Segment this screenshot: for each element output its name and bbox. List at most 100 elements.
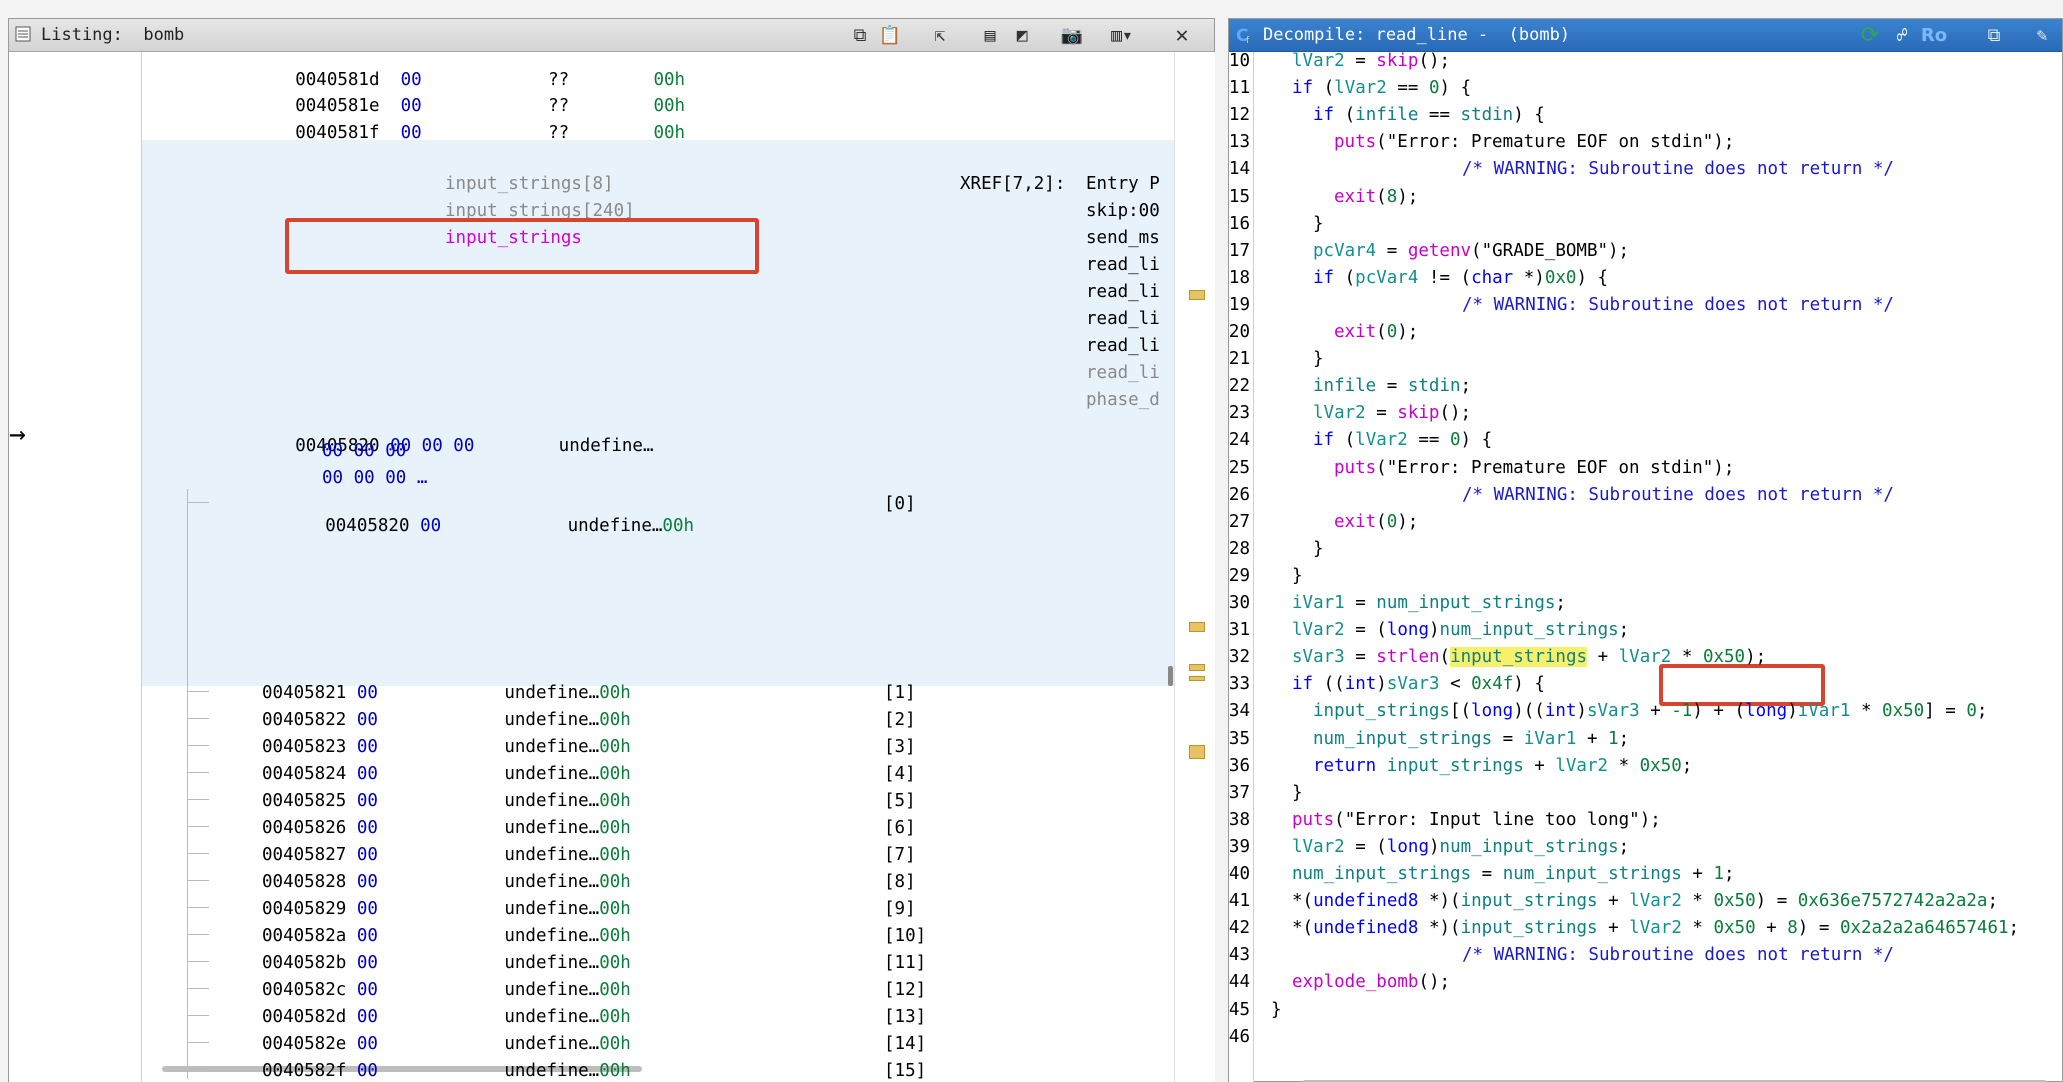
code-token[interactable]: *( xyxy=(1292,891,1313,911)
code-line[interactable]: input_strings[(long)((int)sVar3 + -1) + … xyxy=(1313,700,1987,722)
code-token[interactable]: ; xyxy=(2009,918,2020,938)
code-token[interactable]: ); xyxy=(1397,512,1418,532)
listing-content[interactable]: 0040581d 00 ?? 00h 0040581e 00 ?? 00h 00… xyxy=(142,52,1174,1082)
close-icon[interactable]: ✕ xyxy=(1169,23,1195,48)
code-line[interactable]: *(undefined8 *)(input_strings + lVar2 * … xyxy=(1292,890,1998,912)
array-element-row[interactable]: 0040582b 00 undefine…00h xyxy=(262,952,631,974)
code-token[interactable]: ) { xyxy=(1440,78,1472,98)
xref-item[interactable]: read_li xyxy=(1086,254,1160,276)
code-token[interactable]: 0x50 xyxy=(1713,918,1755,938)
code-token[interactable]: strlen xyxy=(1376,647,1439,667)
code-token[interactable]: infile xyxy=(1313,376,1376,396)
code-line[interactable]: if (infile == stdin) { xyxy=(1313,104,1545,126)
code-line[interactable]: /* WARNING: Subroutine does not return *… xyxy=(1462,158,1894,180)
code-token[interactable]: -1 xyxy=(1671,701,1692,721)
code-token[interactable]: *)( xyxy=(1418,918,1461,938)
code-line[interactable]: /* WARNING: Subroutine does not return *… xyxy=(1462,294,1894,316)
code-token[interactable]: 0 xyxy=(1429,78,1440,98)
code-token[interactable]: puts xyxy=(1334,458,1376,478)
code-token[interactable]: int xyxy=(1545,701,1577,721)
code-token[interactable]: lVar2 xyxy=(1334,78,1387,98)
xref-item[interactable]: phase_d xyxy=(1086,389,1160,411)
code-token[interactable]: ) xyxy=(1429,620,1440,640)
code-token[interactable]: ( xyxy=(1313,78,1335,98)
code-token[interactable]: exit xyxy=(1334,187,1376,207)
code-token[interactable]: ; xyxy=(1977,701,1988,721)
xref-item[interactable]: Entry P xyxy=(1086,173,1160,195)
code-token[interactable]: != ( xyxy=(1418,268,1471,288)
code-token[interactable]: + xyxy=(1598,891,1630,911)
code-token[interactable]: sVar3 xyxy=(1292,647,1345,667)
code-token[interactable]: = xyxy=(1492,729,1524,749)
code-token[interactable]: * xyxy=(1671,647,1703,667)
code-token[interactable]: lVar2 xyxy=(1555,756,1608,776)
code-token[interactable]: } xyxy=(1292,566,1303,586)
code-line[interactable]: iVar1 = num_input_strings; xyxy=(1292,592,1566,614)
array-element-row[interactable]: 00405829 00 undefine…00h xyxy=(262,898,631,920)
code-token[interactable]: ; xyxy=(1619,620,1630,640)
display-options-icon[interactable]: ▥▾ xyxy=(1109,23,1135,47)
code-token[interactable]: ) { xyxy=(1513,674,1545,694)
code-token[interactable]: ( xyxy=(1334,105,1356,125)
code-token[interactable]: 0 xyxy=(1387,512,1398,532)
code-token[interactable]: input_strings xyxy=(1387,756,1524,776)
code-token[interactable]: lVar2 xyxy=(1355,430,1408,450)
code-line[interactable]: num_input_strings = num_input_strings + … xyxy=(1292,863,1735,885)
code-token[interactable]: /* WARNING: Subroutine does not return *… xyxy=(1462,295,1894,315)
code-token[interactable]: 1 xyxy=(1713,864,1724,884)
snapshot-icon[interactable]: 📷 xyxy=(1059,23,1085,47)
code-token[interactable]: ; xyxy=(1461,376,1472,396)
code-token[interactable]: /* WARNING: Subroutine does not return *… xyxy=(1462,945,1894,965)
code-token[interactable]: + xyxy=(1587,647,1619,667)
code-line[interactable]: } xyxy=(1313,213,1324,235)
code-token[interactable]: lVar2 xyxy=(1619,647,1672,667)
code-token[interactable]: 0x4f xyxy=(1471,674,1513,694)
code-token[interactable]: 0x2a2a2a64657461 xyxy=(1840,918,2009,938)
code-line[interactable]: pcVar4 = getenv("GRADE_BOMB"); xyxy=(1313,240,1629,262)
code-token[interactable]: = xyxy=(1376,241,1408,261)
code-line[interactable]: } xyxy=(1292,782,1303,804)
code-token[interactable]: = xyxy=(1345,52,1377,71)
xref-item[interactable]: read_li xyxy=(1086,281,1160,303)
code-line[interactable]: infile = stdin; xyxy=(1313,375,1471,397)
code-token[interactable]: lVar2 xyxy=(1629,918,1682,938)
code-token[interactable]: } xyxy=(1313,539,1324,559)
code-line[interactable]: if (pcVar4 != (char *)0x0) { xyxy=(1313,267,1608,289)
code-token[interactable]: ); xyxy=(1745,647,1766,667)
code-token[interactable]: *)( xyxy=(1418,891,1461,911)
code-line[interactable]: /* WARNING: Subroutine does not return *… xyxy=(1462,944,1894,966)
code-token[interactable]: ; xyxy=(1724,864,1735,884)
code-token[interactable]: = ( xyxy=(1345,620,1387,640)
code-token[interactable]: puts xyxy=(1292,810,1334,830)
code-line[interactable]: puts("Error: Input line too long"); xyxy=(1292,809,1661,831)
code-token[interactable]: = xyxy=(1345,647,1377,667)
array-element-row[interactable]: 00405825 00 undefine…00h xyxy=(262,790,631,812)
code-token[interactable]: pcVar4 xyxy=(1355,268,1418,288)
code-token[interactable]: ("Error: Premature EOF on stdin"); xyxy=(1376,458,1734,478)
code-token[interactable]: == xyxy=(1418,105,1460,125)
code-line[interactable]: if (lVar2 == 0) { xyxy=(1292,77,1471,99)
copy-icon[interactable]: ⧉ xyxy=(847,23,873,47)
code-token[interactable]: if xyxy=(1313,268,1334,288)
code-token[interactable]: undefined8 xyxy=(1313,891,1418,911)
code-line[interactable]: /* WARNING: Subroutine does not return *… xyxy=(1462,484,1894,506)
code-token[interactable]: long xyxy=(1745,701,1787,721)
array-element-row[interactable]: 00405821 00 undefine…00h xyxy=(262,682,631,704)
code-token[interactable]: /* WARNING: Subroutine does not return *… xyxy=(1462,485,1894,505)
refresh-icon[interactable]: ⟳ xyxy=(1857,23,1883,48)
code-token[interactable]: num_input_strings xyxy=(1292,864,1471,884)
code-token[interactable]: 0 xyxy=(1966,701,1977,721)
code-token[interactable]: exit xyxy=(1334,512,1376,532)
code-line[interactable]: lVar2 = skip(); xyxy=(1292,52,1450,72)
ro-button[interactable]: Ro xyxy=(1921,23,1947,47)
code-token[interactable]: lVar2 xyxy=(1292,620,1345,640)
code-token[interactable]: ( xyxy=(1334,430,1356,450)
code-line[interactable]: puts("Error: Premature EOF on stdin"); xyxy=(1334,131,1734,153)
code-token[interactable]: num_input_strings xyxy=(1313,729,1492,749)
code-token[interactable]: getenv xyxy=(1408,241,1471,261)
edit-fields-icon[interactable]: ▤ xyxy=(977,23,1003,47)
code-token[interactable]: return xyxy=(1313,756,1376,776)
code-token[interactable]: ( xyxy=(1376,187,1387,207)
code-token[interactable]: * xyxy=(1608,756,1640,776)
xref-item[interactable]: read_li xyxy=(1086,362,1160,384)
